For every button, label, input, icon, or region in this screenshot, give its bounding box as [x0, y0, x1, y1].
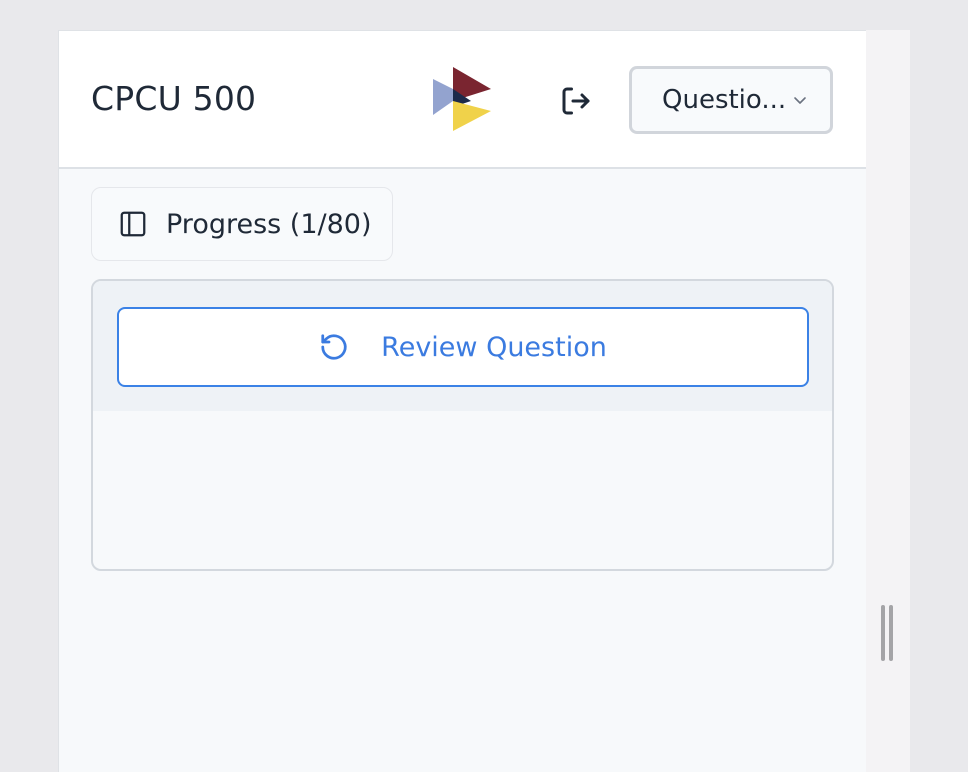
- sidebar-panel-icon: [120, 211, 146, 237]
- resize-handle-bar: [881, 605, 885, 661]
- rotate-ccw-icon: [321, 334, 347, 360]
- panel-header: CPCU 500 Questio...: [59, 31, 866, 169]
- brand-logo: [433, 67, 491, 131]
- review-question-button[interactable]: Review Question: [117, 307, 809, 387]
- resize-handle[interactable]: [881, 605, 893, 661]
- question-card: Review Question: [91, 279, 834, 571]
- logout-icon[interactable]: [558, 83, 594, 119]
- progress-button[interactable]: Progress (1/80): [91, 187, 393, 261]
- question-panel: CPCU 500 Questio... Progress (1/80) Revi…: [58, 30, 866, 772]
- resize-handle-bar: [889, 605, 893, 661]
- question-select-value: Questio...: [662, 85, 787, 115]
- question-select[interactable]: Questio...: [629, 66, 833, 134]
- page-title: CPCU 500: [91, 79, 257, 118]
- chevron-down-icon: [794, 97, 806, 104]
- review-question-label: Review Question: [381, 331, 607, 363]
- card-action-area: Review Question: [93, 281, 832, 411]
- progress-label: Progress (1/80): [166, 208, 372, 240]
